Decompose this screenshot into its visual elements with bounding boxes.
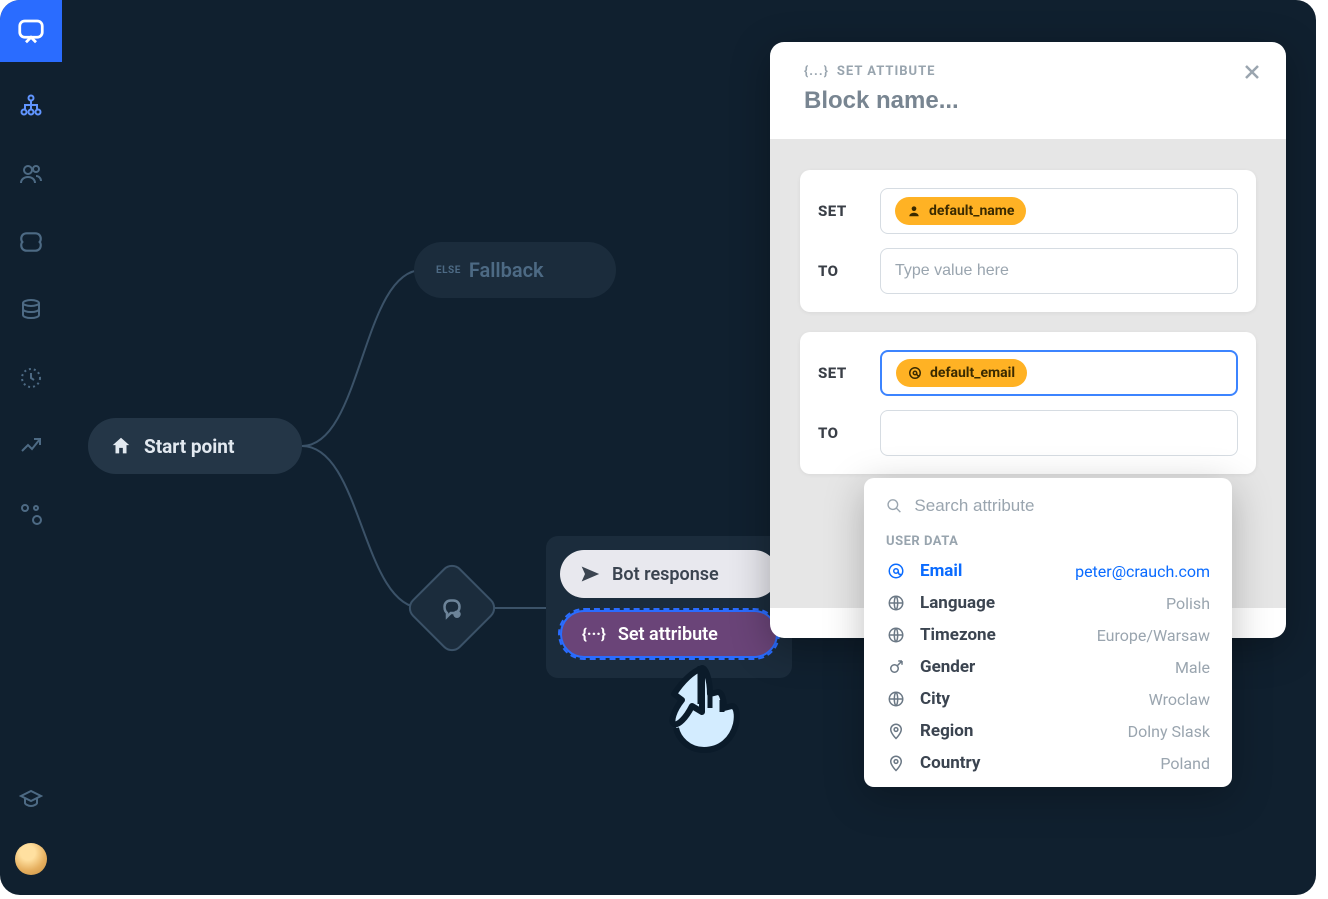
dropdown-item[interactable]: Country Poland bbox=[864, 747, 1232, 779]
globe-icon bbox=[886, 594, 906, 612]
to-label: TO bbox=[818, 262, 864, 280]
app-logo[interactable] bbox=[0, 0, 62, 62]
nav-ai-icon[interactable] bbox=[0, 218, 62, 266]
set-attribute-card: SET default_email TO bbox=[800, 332, 1256, 474]
pin-icon bbox=[886, 722, 906, 740]
globe-icon bbox=[886, 626, 906, 644]
set-label: SET bbox=[818, 364, 864, 382]
dropdown-item[interactable]: Language Polish bbox=[864, 587, 1232, 619]
braces-icon: {...} bbox=[804, 64, 829, 79]
panel-subtitle: {...} SET ATTIBUTE bbox=[804, 64, 1256, 79]
dropdown-item-value: Male bbox=[1175, 658, 1210, 677]
dropdown-item-value: Poland bbox=[1160, 754, 1210, 773]
attribute-picker[interactable]: default_name bbox=[880, 188, 1238, 234]
else-badge: ELSE bbox=[436, 265, 461, 276]
dropdown-item-value: Wroclaw bbox=[1149, 690, 1210, 709]
value-input[interactable] bbox=[895, 424, 1223, 442]
node-start-point[interactable]: Start point bbox=[88, 418, 302, 474]
dropdown-item[interactable]: Gender Male bbox=[864, 651, 1232, 683]
attribute-chip: default_email bbox=[896, 359, 1027, 387]
search-icon bbox=[886, 497, 902, 515]
node-fallback[interactable]: ELSE Fallback bbox=[414, 242, 616, 298]
value-input[interactable] bbox=[895, 262, 1223, 280]
attribute-dropdown: USER DATA Email peter@crauch.com Language P… bbox=[864, 478, 1232, 787]
cursor-pointer-icon bbox=[652, 650, 762, 760]
node-label: Fallback bbox=[469, 258, 544, 282]
nav-academy-icon[interactable] bbox=[0, 775, 62, 823]
value-input-box[interactable] bbox=[880, 410, 1238, 456]
dropdown-item-key: Email bbox=[920, 561, 962, 581]
dropdown-item-key: City bbox=[920, 689, 950, 709]
dropdown-item[interactable]: Timezone Europe/Warsaw bbox=[864, 619, 1232, 651]
dropdown-item-value: Europe/Warsaw bbox=[1097, 626, 1210, 645]
sidebar bbox=[0, 0, 62, 895]
globe-icon bbox=[886, 690, 906, 708]
gender-icon bbox=[886, 658, 906, 676]
dropdown-item[interactable]: Email peter@crauch.com bbox=[864, 555, 1232, 587]
avatar[interactable] bbox=[15, 843, 47, 875]
node-condition[interactable] bbox=[418, 574, 486, 642]
at-icon bbox=[886, 562, 906, 580]
dropdown-item[interactable]: City Wroclaw bbox=[864, 683, 1232, 715]
condition-icon bbox=[418, 574, 486, 642]
nav-integrations-icon[interactable] bbox=[0, 490, 62, 538]
nav-analytics-icon[interactable] bbox=[0, 422, 62, 470]
dropdown-item-value: Polish bbox=[1166, 594, 1210, 613]
close-icon[interactable] bbox=[1240, 60, 1264, 88]
nav-users-icon[interactable] bbox=[0, 150, 62, 198]
dropdown-item-key: Gender bbox=[920, 657, 975, 677]
dropdown-item-key: Timezone bbox=[920, 625, 996, 645]
pill-label: Set attribute bbox=[618, 624, 718, 645]
pill-label: Bot response bbox=[612, 564, 719, 585]
nav-flow-icon[interactable] bbox=[0, 82, 62, 130]
dropdown-section-header: USER DATA bbox=[864, 528, 1232, 555]
block-name-input[interactable] bbox=[804, 87, 1166, 115]
dropdown-item-key: Language bbox=[920, 593, 995, 613]
pin-icon bbox=[886, 754, 906, 772]
attribute-picker[interactable]: default_email bbox=[880, 350, 1238, 396]
dropdown-item-value: peter@crauch.com bbox=[1075, 562, 1210, 581]
to-label: TO bbox=[818, 424, 864, 442]
value-input-box[interactable] bbox=[880, 248, 1238, 294]
set-attribute-card: SET default_name TO bbox=[800, 170, 1256, 312]
attribute-chip: default_name bbox=[895, 197, 1026, 225]
set-label: SET bbox=[818, 202, 864, 220]
dropdown-item-value: Dolny Slask bbox=[1128, 722, 1210, 741]
node-label: Start point bbox=[144, 435, 234, 458]
dropdown-item-key: Region bbox=[920, 721, 973, 741]
attribute-search-input[interactable] bbox=[914, 496, 1210, 516]
nav-data-icon[interactable] bbox=[0, 286, 62, 334]
dropdown-item-key: Country bbox=[920, 753, 980, 773]
pill-bot-response[interactable]: Bot response bbox=[560, 550, 778, 598]
dropdown-item[interactable]: Region Dolny Slask bbox=[864, 715, 1232, 747]
nav-history-icon[interactable] bbox=[0, 354, 62, 402]
